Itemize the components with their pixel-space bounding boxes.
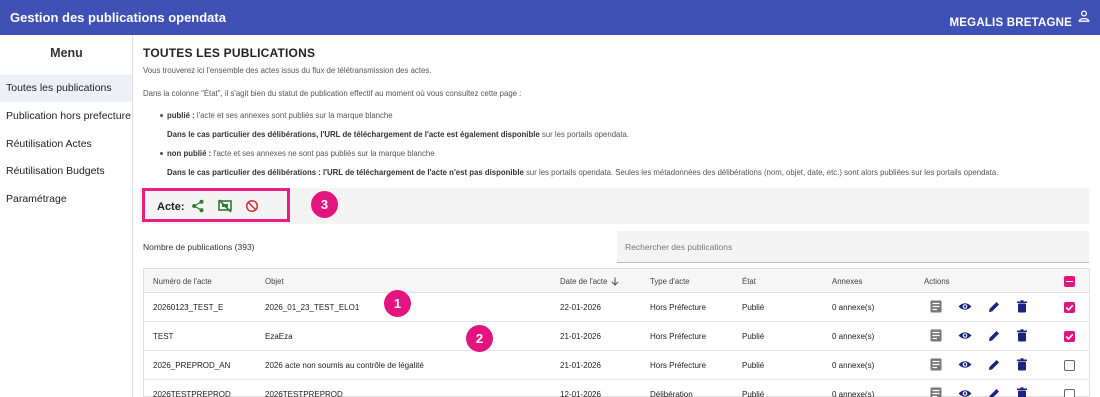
sidebar-item-parametrage[interactable]: Paramétrage xyxy=(0,186,132,213)
intro-text: Vous trouverez ici l'ensemble des actes … xyxy=(143,66,432,75)
eye-icon[interactable] xyxy=(958,387,972,397)
cell-type: Hors Préfecture xyxy=(650,303,707,312)
publications-count: Nombre de publications (393) xyxy=(143,242,255,252)
publie-note-bold: Dans le cas particulier des délibération… xyxy=(167,130,540,139)
person-icon[interactable] xyxy=(1078,10,1090,22)
eye-icon[interactable] xyxy=(958,300,972,313)
column-header-objet[interactable]: Objet xyxy=(265,277,284,286)
table-row[interactable]: 2026TESTPREPROD 2026TESTPREPROD 12-01-2026… xyxy=(144,380,1089,397)
search-input[interactable]: Rechercher des publications xyxy=(617,231,1089,263)
publie-desc: l'acte et ses annexes sont publiés sur l… xyxy=(194,111,393,120)
menu-title: Menu xyxy=(50,46,83,60)
cell-numero: 2026_PREPROD_AN xyxy=(153,361,231,370)
edit-icon[interactable] xyxy=(988,358,1000,371)
cell-type: Délibération xyxy=(650,390,693,397)
row-checkbox[interactable] xyxy=(1064,389,1075,397)
annotation-badge-3: 3 xyxy=(311,191,338,218)
cell-date: 12-01-2026 xyxy=(560,390,601,397)
cell-annexes: 0 annexe(s) xyxy=(832,332,875,341)
nonpublie-note-rest: sur les portails opendata. Seules les mé… xyxy=(523,168,999,177)
delete-icon[interactable] xyxy=(1016,329,1028,342)
publie-note: Dans le cas particulier des délibération… xyxy=(167,130,629,139)
view-list-icon[interactable] xyxy=(930,329,942,342)
bullet xyxy=(160,152,163,155)
publications-table: Numéro de l'acte Objet Date de l'acte Ty… xyxy=(143,268,1090,397)
view-list-icon[interactable] xyxy=(930,387,942,397)
cell-objet: 2026 acte non soumis au contrôle de léga… xyxy=(265,361,424,370)
edit-icon[interactable] xyxy=(988,300,1000,313)
eye-icon[interactable] xyxy=(958,329,972,342)
table-row[interactable]: 20260123_TEST_E 2026_01_23_TEST_ELO1 22-01… xyxy=(144,293,1089,322)
etat-intro-text: Dans la colonne "État", il s'agit bien d… xyxy=(143,89,522,98)
app-title: Gestion des publications opendata xyxy=(10,10,226,25)
cell-type: Hors Préfecture xyxy=(650,361,707,370)
view-list-icon[interactable] xyxy=(930,358,942,371)
edit-icon[interactable] xyxy=(988,329,1000,342)
sidebar-item-reutilisation-actes[interactable]: Réutilisation Actes xyxy=(0,131,132,158)
cell-numero: TEST xyxy=(153,332,174,341)
check-icon xyxy=(1065,333,1074,341)
table-row[interactable]: 2026_PREPROD_AN 2026 acte non soumis au c… xyxy=(144,351,1089,380)
delete-icon[interactable] xyxy=(1016,387,1028,397)
column-header-date[interactable]: Date de l'acte xyxy=(560,277,607,286)
cell-type: Hors Préfecture xyxy=(650,332,707,341)
cell-annexes: 0 annexe(s) xyxy=(832,390,875,397)
column-header-type[interactable]: Type d'acte xyxy=(650,277,690,286)
cell-etat: Publié xyxy=(742,332,765,341)
cell-etat: Publié xyxy=(742,390,765,397)
cell-numero: 20260123_TEST_E xyxy=(153,303,224,312)
delete-icon[interactable] xyxy=(1016,300,1028,313)
search-placeholder: Rechercher des publications xyxy=(625,242,733,252)
sidebar-item-publication-hors-prefecture[interactable]: Publication hors prefecture xyxy=(0,103,132,130)
select-all-checkbox[interactable] xyxy=(1064,276,1075,287)
nonpublie-desc: l'acte et ses annexes ne sont pas publié… xyxy=(211,149,435,158)
publie-note-rest: sur les portails opendata. xyxy=(539,130,630,139)
column-header-numero[interactable]: Numéro de l'acte xyxy=(153,277,212,286)
row-checkbox[interactable] xyxy=(1064,302,1075,313)
edit-icon[interactable] xyxy=(988,387,1000,397)
annotation-badge-2: 2 xyxy=(466,325,493,352)
nonpublie-note-bold: Dans le cas particulier des délibération… xyxy=(167,168,524,177)
cell-annexes: 0 annexe(s) xyxy=(832,361,875,370)
nonpublie-term: non publié : xyxy=(167,149,212,158)
cell-date: 22-01-2026 xyxy=(560,303,601,312)
publie-definition: publié : l'acte et ses annexes sont publ… xyxy=(167,111,393,120)
sidebar-item-toutes-publications[interactable]: Toutes les publications xyxy=(0,75,132,102)
annotation-badge-1: 1 xyxy=(384,290,411,317)
row-checkbox[interactable] xyxy=(1064,360,1075,371)
view-list-icon[interactable] xyxy=(930,300,942,313)
column-header-annexes[interactable]: Annexes xyxy=(832,277,862,286)
highlight-box xyxy=(142,188,290,222)
organization-name[interactable]: MEGALIS BRETAGNE xyxy=(950,17,1072,29)
minus-icon xyxy=(1066,280,1073,283)
delete-icon[interactable] xyxy=(1016,358,1028,371)
cell-objet: 2026_01_23_TEST_ELO1 xyxy=(265,303,360,312)
cell-annexes: 0 annexe(s) xyxy=(832,303,875,312)
sidebar-item-reutilisation-budgets[interactable]: Réutilisation Budgets xyxy=(0,158,132,185)
cell-date: 21-01-2026 xyxy=(560,361,601,370)
main-content: TOUTES LES PUBLICATIONS Vous trouverez i… xyxy=(134,35,1100,397)
cell-etat: Publié xyxy=(742,361,765,370)
eye-icon[interactable] xyxy=(958,358,972,371)
nonpublie-note: Dans le cas particulier des délibération… xyxy=(167,168,998,177)
column-header-actions: Actions xyxy=(924,277,950,286)
cell-objet: 2026TESTPREPROD xyxy=(265,390,343,397)
arrow-down-icon[interactable] xyxy=(611,277,619,286)
row-checkbox[interactable] xyxy=(1064,331,1075,342)
table-header: Numéro de l'acte Objet Date de l'acte Ty… xyxy=(144,269,1089,293)
cell-objet: EzaEza xyxy=(265,332,293,341)
bullet xyxy=(160,114,163,117)
cell-numero: 2026TESTPREPROD xyxy=(153,390,231,397)
publie-term: publié : xyxy=(167,111,195,120)
top-app-bar: Gestion des publications opendata MEGALI… xyxy=(0,0,1100,35)
nonpublie-definition: non publié : l'acte et ses annexes ne so… xyxy=(167,149,435,158)
page-title: TOUTES LES PUBLICATIONS xyxy=(143,46,316,60)
cell-date: 21-01-2026 xyxy=(560,332,601,341)
column-header-etat[interactable]: État xyxy=(742,277,756,286)
table-row[interactable]: TEST EzaEza 21-01-2026 Hors Préfecture Publi… xyxy=(144,322,1089,351)
cell-etat: Publié xyxy=(742,303,765,312)
check-icon xyxy=(1065,304,1074,312)
sidebar-menu: Menu Toutes les publications Publication… xyxy=(0,35,133,397)
